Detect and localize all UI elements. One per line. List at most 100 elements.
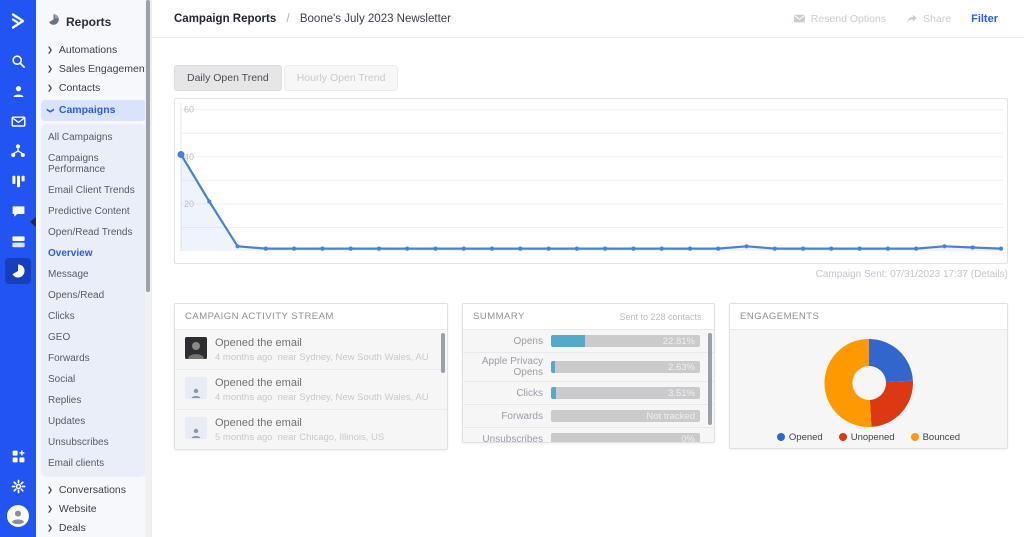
- activity-location: near Sydney, New South Wales, AU: [277, 392, 429, 403]
- sidebar-item-opens-read[interactable]: Opens/Read: [41, 285, 146, 306]
- sidebar-item-automations[interactable]: ❯ Automations: [36, 41, 151, 60]
- apps-add-icon[interactable]: [5, 443, 31, 469]
- campaigns-email-icon[interactable]: [5, 108, 31, 134]
- activity-panel-title: CAMPAIGN ACTIVITY STREAM: [185, 311, 334, 322]
- summary-bar-fill: [551, 361, 555, 373]
- tab-hourly-open-trend[interactable]: Hourly Open Trend: [283, 65, 399, 91]
- conversations-icon[interactable]: [5, 198, 31, 224]
- legend-dot-icon: [776, 433, 785, 441]
- engagements-legend: Opened Unopened Bounced: [776, 432, 960, 443]
- automations-icon[interactable]: [5, 138, 31, 164]
- sidebar-item-label: Automations: [58, 44, 118, 56]
- legend-item-unopened[interactable]: Unopened: [838, 432, 895, 443]
- activity-title: Opened the email: [215, 337, 302, 349]
- donut-slice-opened[interactable]: [868, 338, 913, 382]
- sidebar-item-geo[interactable]: GEO: [41, 327, 146, 348]
- sidebar-item-email-clients[interactable]: Email clients: [41, 453, 146, 474]
- activity-row[interactable]: Opened the email 4 months ago near Sydney,…: [175, 370, 447, 410]
- reports-pie-icon[interactable]: [5, 258, 31, 284]
- chevron-right-icon: ❯: [47, 525, 53, 532]
- summary-label: Apple Privacy Opens: [481, 356, 543, 378]
- sidebar-item-updates[interactable]: Updates: [41, 411, 146, 432]
- sidebar-item-unsubscribes[interactable]: Unsubscribes: [41, 432, 146, 453]
- details-link[interactable]: (Details): [971, 269, 1008, 280]
- engagements-donut-chart[interactable]: [769, 336, 969, 428]
- summary-panel: SUMMARY Sent to 228 contacts. Opens 22.81…: [462, 303, 715, 443]
- activity-time: 4 months ago: [215, 392, 273, 403]
- sidebar-scrollbar[interactable]: [145, 0, 151, 537]
- sidebar-item-campaigns[interactable]: ❯ Campaigns: [41, 100, 146, 121]
- campaign-sent-text: Campaign Sent: 07/31/2023 17:37: [815, 269, 968, 280]
- summary-scrollbar-thumb[interactable]: [708, 333, 712, 425]
- legend-item-bounced[interactable]: Bounced: [910, 432, 960, 443]
- sent-to-contacts-note: Sent to 228 contacts.: [619, 311, 704, 322]
- sidebar-item-predictive-content[interactable]: Predictive Content: [41, 201, 146, 222]
- summary-bar-track[interactable]: 22.81%: [551, 335, 700, 347]
- lists-forms-icon[interactable]: [5, 228, 31, 254]
- donut-slice-bounced[interactable]: [823, 338, 871, 427]
- search-icon[interactable]: [5, 48, 31, 74]
- reports-pie-small-icon: [47, 13, 60, 31]
- header-actions: Resend Options Share Filter: [793, 12, 998, 25]
- share-button[interactable]: Share: [906, 13, 951, 25]
- engagements-panel-body: Opened Unopened Bounced: [730, 330, 1007, 448]
- activity-meta: 4 months ago near Sydney, New South Wales…: [215, 392, 429, 403]
- summary-row-forwards: Forwards Not tracked: [463, 405, 714, 428]
- sidebar-item-campaigns-performance[interactable]: Campaigns Performance: [41, 148, 146, 180]
- sidebar-item-message[interactable]: Message: [41, 264, 146, 285]
- summary-bar-track[interactable]: 3.51%: [551, 387, 700, 399]
- sidebar-item-label: Campaigns: [58, 104, 116, 116]
- deals-pipeline-icon[interactable]: [5, 168, 31, 194]
- summary-label: Unsubscribes: [482, 433, 543, 443]
- sidebar-scrollbar-thumb[interactable]: [146, 0, 150, 292]
- bottom-panels: CAMPAIGN ACTIVITY STREAM Opened the emai…: [174, 303, 1008, 450]
- sidebar-item-clicks[interactable]: Clicks: [41, 306, 146, 327]
- sidebar-item-overview[interactable]: Overview: [41, 243, 146, 264]
- activecampaign-logo-icon[interactable]: [5, 8, 31, 34]
- breadcrumb: Campaign Reports / Boone's July 2023 New…: [174, 13, 451, 25]
- summary-label: Opens: [513, 335, 543, 347]
- sidebar-item-deals[interactable]: ❯ Deals: [36, 519, 151, 537]
- sidebar-item-contacts[interactable]: ❯ Contacts: [36, 79, 151, 98]
- activity-panel-body[interactable]: Opened the email 4 months ago near Sydney,…: [175, 330, 447, 449]
- sidebar-item-label: Deals: [58, 522, 86, 534]
- breadcrumb-section[interactable]: Campaign Reports: [174, 13, 276, 25]
- summary-bar-track[interactable]: Not tracked: [551, 410, 700, 422]
- sidebar-item-conversations[interactable]: ❯ Conversations: [36, 481, 151, 500]
- activity-text: Opened the email 4 months ago near Sydney,…: [215, 337, 429, 363]
- open-trend-line-chart[interactable]: 20 40 60: [175, 99, 1007, 263]
- summary-bar-track[interactable]: 0%: [551, 433, 700, 442]
- contact-photo-avatar: [185, 337, 207, 359]
- tab-daily-open-trend[interactable]: Daily Open Trend: [174, 65, 282, 91]
- resend-options-button[interactable]: Resend Options: [793, 12, 886, 25]
- sidebar-item-forwards[interactable]: Forwards: [41, 348, 146, 369]
- sidebar-item-replies[interactable]: Replies: [41, 390, 146, 411]
- legend-item-opened[interactable]: Opened: [776, 432, 823, 443]
- settings-gear-icon[interactable]: [5, 473, 31, 499]
- summary-bar-track[interactable]: 2.63%: [551, 361, 700, 373]
- sidebar-item-website[interactable]: ❯ Website: [36, 500, 151, 519]
- chevron-right-icon: ❯: [47, 487, 53, 494]
- contacts-icon[interactable]: [5, 78, 31, 104]
- activity-row[interactable]: Opened the email 5 months ago near Chicago…: [175, 410, 447, 449]
- sidebar-item-open-read-trends[interactable]: Open/Read Trends: [41, 222, 146, 243]
- nav-rail: [0, 0, 37, 537]
- account-avatar[interactable]: [5, 503, 31, 529]
- filter-button[interactable]: Filter: [971, 13, 998, 25]
- chevron-right-icon: ❯: [47, 47, 53, 54]
- sidebar-nav: ❯ Automations ❯ Sales Engagement ❯ Contacts ❯ C…: [36, 41, 151, 537]
- sidebar-item-email-client-trends[interactable]: Email Client Trends: [41, 180, 146, 201]
- summary-row-apple-privacy-opens: Apple Privacy Opens 2.63%: [463, 353, 714, 382]
- activity-title: Opened the email: [215, 377, 302, 389]
- summary-row-clicks: Clicks 3.51%: [463, 382, 714, 405]
- legend-dot-icon: [838, 433, 847, 441]
- activity-scrollbar-thumb[interactable]: [441, 333, 445, 373]
- activity-location: near Sydney, New South Wales, AU: [277, 352, 429, 363]
- sidebar-item-social[interactable]: Social: [41, 369, 146, 390]
- sidebar-item-sales-engagement[interactable]: ❯ Sales Engagement: [36, 60, 151, 79]
- activity-row[interactable]: Opened the email 4 months ago near Sydney,…: [175, 330, 447, 370]
- sidebar-item-label: Contacts: [58, 82, 101, 94]
- page-header: Campaign Reports / Boone's July 2023 New…: [152, 0, 1024, 38]
- donut-slice-unopened[interactable]: [869, 380, 913, 427]
- sidebar-item-all-campaigns[interactable]: All Campaigns: [41, 127, 146, 148]
